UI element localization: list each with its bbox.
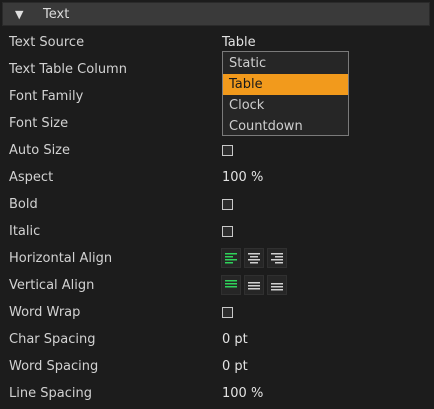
valign-middle-button[interactable] [244, 275, 264, 295]
text-source-dropdown: Static Table Clock Countdown [222, 51, 349, 136]
section-header-text[interactable]: ▼ Text [2, 2, 430, 26]
dropdown-option-static[interactable]: Static [223, 53, 348, 74]
aspect-value[interactable]: 100 % [222, 164, 263, 191]
dropdown-option-table[interactable]: Table [223, 74, 348, 95]
row-font-family: Font Family [0, 83, 434, 110]
valign-top-icon [225, 280, 237, 288]
align-center-icon [248, 253, 260, 264]
triangle-down-icon[interactable]: ▼ [15, 8, 29, 21]
row-font-size: Font Size [0, 110, 434, 137]
align-right-button[interactable] [267, 248, 287, 268]
auto-size-checkbox[interactable] [222, 145, 233, 156]
row-horizontal-align: Horizontal Align [0, 245, 434, 272]
align-left-button[interactable] [221, 248, 241, 268]
bold-checkbox[interactable] [222, 199, 233, 210]
font-size-label: Font Size [9, 116, 69, 131]
valign-middle-icon [248, 282, 260, 290]
line-spacing-value[interactable]: 100 % [222, 380, 263, 407]
valign-bottom-icon [271, 283, 283, 291]
bold-label: Bold [9, 197, 38, 212]
vertical-align-label: Vertical Align [9, 278, 95, 293]
horizontal-align-label: Horizontal Align [9, 251, 113, 266]
row-bold: Bold [0, 191, 434, 218]
row-word-spacing: Word Spacing 0 pt [0, 353, 434, 380]
text-source-label: Text Source [9, 35, 85, 50]
italic-checkbox[interactable] [222, 226, 233, 237]
row-char-spacing: Char Spacing 0 pt [0, 326, 434, 353]
row-word-wrap: Word Wrap [0, 299, 434, 326]
align-right-icon [271, 253, 283, 264]
align-left-icon [225, 253, 237, 264]
vertical-align-group [221, 275, 287, 295]
text-table-column-label: Text Table Column [9, 62, 127, 77]
row-text-source: Text Source Table [0, 29, 434, 56]
row-text-table-column: Text Table Column [0, 56, 434, 83]
dropdown-option-countdown[interactable]: Countdown [223, 116, 348, 137]
dropdown-option-clock[interactable]: Clock [223, 95, 348, 116]
word-wrap-label: Word Wrap [9, 305, 81, 320]
valign-top-button[interactable] [221, 275, 241, 295]
row-italic: Italic [0, 218, 434, 245]
italic-label: Italic [9, 224, 41, 239]
row-vertical-align: Vertical Align [0, 272, 434, 299]
align-center-button[interactable] [244, 248, 264, 268]
char-spacing-label: Char Spacing [9, 332, 96, 347]
font-family-label: Font Family [9, 89, 84, 104]
word-spacing-label: Word Spacing [9, 359, 99, 374]
section-title: Text [43, 6, 70, 22]
row-auto-size: Auto Size [0, 137, 434, 164]
horizontal-align-group [221, 248, 287, 268]
row-line-spacing: Line Spacing 100 % [0, 380, 434, 407]
valign-bottom-button[interactable] [267, 275, 287, 295]
line-spacing-label: Line Spacing [9, 386, 92, 401]
properties-panel: ▼ Text Text Source Table Text Table Colu… [0, 0, 434, 409]
auto-size-label: Auto Size [9, 143, 71, 158]
char-spacing-value[interactable]: 0 pt [222, 326, 248, 353]
aspect-label: Aspect [9, 170, 54, 185]
word-spacing-value[interactable]: 0 pt [222, 353, 248, 380]
row-aspect: Aspect 100 % [0, 164, 434, 191]
word-wrap-checkbox[interactable] [222, 307, 233, 318]
